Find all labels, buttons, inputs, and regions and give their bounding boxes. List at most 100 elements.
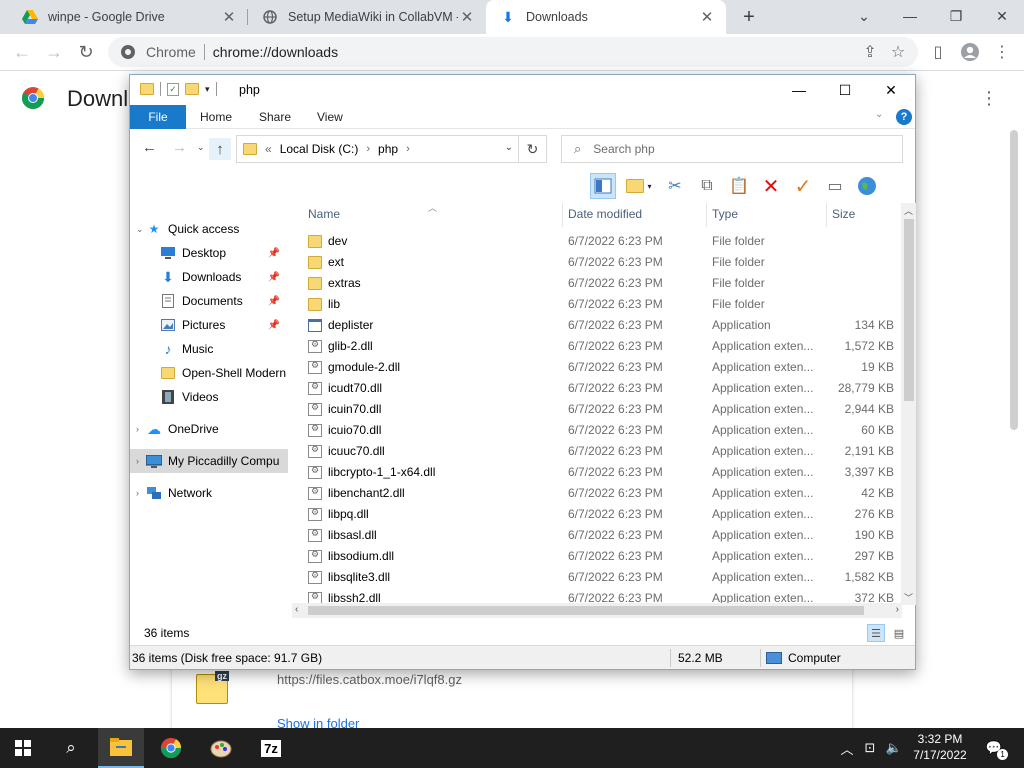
tab-google-drive[interactable]: winpe - Google Drive ✕ — [8, 0, 248, 34]
checkmark-icon[interactable]: ✓ — [790, 173, 816, 199]
table-row[interactable]: dev 6/7/2022 6:23 PM File folder — [292, 231, 902, 252]
close-button[interactable]: ✕ — [868, 75, 914, 105]
scroll-right-icon[interactable]: › — [896, 604, 899, 615]
chevron-right-icon[interactable]: › — [136, 456, 146, 466]
back-button[interactable]: ← — [142, 139, 157, 156]
table-row[interactable]: extras 6/7/2022 6:23 PM File folder — [292, 273, 902, 294]
new-folder-icon[interactable]: ▾ — [622, 173, 656, 199]
copy-icon[interactable]: ⧉ — [694, 173, 720, 199]
table-row[interactable]: libsodium.dll 6/7/2022 6:23 PM Application… — [292, 546, 902, 567]
search-input[interactable]: ⌕ Search php — [561, 135, 903, 163]
search-icon[interactable]: ⌕ — [48, 728, 94, 768]
table-row[interactable]: deplister 6/7/2022 6:23 PM Application 134 … — [292, 315, 902, 336]
nav-onedrive[interactable]: › ☁ OneDrive — [130, 417, 288, 441]
side-panel-icon[interactable]: ▯ — [924, 38, 952, 66]
tab-view[interactable]: View — [317, 105, 343, 129]
table-row[interactable]: libpq.dll 6/7/2022 6:23 PM Application ext… — [292, 504, 902, 525]
download-url[interactable]: https://files.catbox.moe/i7lqf8.gz — [277, 672, 462, 687]
column-date-modified[interactable]: Date modified — [568, 207, 642, 221]
kebab-menu-icon[interactable]: ⋮ — [980, 88, 998, 109]
clock[interactable]: 3:32 PM 7/17/2022 — [900, 731, 980, 763]
pin-icon[interactable]: 📌 — [268, 272, 280, 283]
vertical-scrollbar[interactable]: ︿ ﹀ — [901, 203, 916, 605]
column-type[interactable]: Type — [712, 207, 738, 221]
nav-pictures[interactable]: Pictures 📌 — [130, 313, 288, 337]
tab-share[interactable]: Share — [259, 105, 291, 129]
forward-button[interactable]: → — [40, 38, 68, 66]
column-size[interactable]: Size — [832, 207, 855, 221]
close-tab-icon[interactable]: ✕ — [458, 8, 476, 26]
scroll-down-icon[interactable]: ﹀ — [904, 591, 913, 604]
table-row[interactable]: gmodule-2.dll 6/7/2022 6:23 PM Application… — [292, 357, 902, 378]
nav-desktop[interactable]: Desktop 📌 — [130, 241, 288, 265]
maximize-button[interactable]: ☐ — [822, 75, 868, 105]
table-row[interactable]: libenchant2.dll 6/7/2022 6:23 PM Applicati… — [292, 483, 902, 504]
chevron-down-icon[interactable]: ⌄ — [840, 0, 888, 32]
chevron-up-icon[interactable]: ︿ — [838, 728, 856, 768]
recent-locations-icon[interactable]: ⌄ — [197, 142, 205, 153]
help-icon[interactable]: ? — [896, 109, 912, 125]
nav-downloads[interactable]: ⬇ Downloads 📌 — [130, 265, 288, 289]
scroll-left-icon[interactable]: ‹ — [295, 604, 298, 615]
nav-quick-access[interactable]: ⌄ ★ Quick access — [130, 217, 288, 241]
close-tab-icon[interactable]: ✕ — [220, 8, 238, 26]
network-tray-icon[interactable]: ⊡ — [860, 728, 880, 768]
new-tab-button[interactable]: + — [737, 5, 761, 29]
nav-network[interactable]: › Network — [130, 481, 288, 505]
column-divider[interactable] — [562, 203, 563, 227]
up-button[interactable]: ↑ — [209, 138, 231, 160]
pin-icon[interactable]: 📌 — [268, 296, 280, 307]
minimize-button[interactable]: — — [776, 75, 822, 105]
expand-ribbon-icon[interactable]: ⌄ — [875, 109, 883, 120]
table-row[interactable]: ext 6/7/2022 6:23 PM File folder — [292, 252, 902, 273]
nav-open-shell[interactable]: Open-Shell Modern — [130, 361, 288, 385]
bookmark-star-icon[interactable]: ☆ — [884, 38, 912, 66]
tab-setup-mediawiki[interactable]: Setup MediaWiki in CollabVM - G ✕ — [248, 0, 486, 34]
scroll-thumb[interactable] — [308, 606, 864, 615]
nav-videos[interactable]: Videos — [130, 385, 288, 409]
table-row[interactable]: libsqlite3.dll 6/7/2022 6:23 PM Applicatio… — [292, 567, 902, 588]
table-row[interactable]: icuuc70.dll 6/7/2022 6:23 PM Application e… — [292, 441, 902, 462]
close-tab-icon[interactable]: ✕ — [698, 8, 716, 26]
reload-button[interactable]: ↻ — [72, 38, 100, 66]
cut-icon[interactable]: ✂ — [662, 173, 688, 199]
table-row[interactable]: icudt70.dll 6/7/2022 6:23 PM Application e… — [292, 378, 902, 399]
table-row[interactable]: lib 6/7/2022 6:23 PM File folder — [292, 294, 902, 315]
globe-icon[interactable] — [854, 173, 880, 199]
address-bar[interactable]: Chrome chrome://downloads — [108, 37, 918, 67]
tab-home[interactable]: Home — [200, 105, 232, 129]
forward-button[interactable]: → — [172, 139, 187, 156]
table-row[interactable]: icuin70.dll 6/7/2022 6:23 PM Application e… — [292, 399, 902, 420]
delete-icon[interactable]: ✕ — [758, 173, 784, 199]
preview-pane-icon[interactable] — [590, 173, 616, 199]
properties-icon[interactable]: ✓ — [167, 82, 179, 96]
breadcrumb-overflow[interactable]: « — [265, 142, 272, 156]
pin-icon[interactable]: 📌 — [268, 248, 280, 259]
minimize-button[interactable]: — — [886, 0, 934, 32]
notification-icon[interactable]: 💬 1 — [982, 728, 1009, 768]
breadcrumb-php[interactable]: php — [378, 142, 398, 156]
nav-this-pc[interactable]: › My Piccadilly Compu — [130, 449, 288, 473]
qat-dropdown-icon[interactable]: ▾ — [205, 84, 210, 95]
profile-avatar-icon[interactable] — [956, 38, 984, 66]
nav-music[interactable]: ♪ Music — [130, 337, 288, 361]
chevron-down-icon[interactable]: ⌄ — [136, 224, 146, 235]
chevron-right-icon[interactable]: › — [136, 488, 146, 498]
table-row[interactable]: libcrypto-1_1-x64.dll 6/7/2022 6:23 PM App… — [292, 462, 902, 483]
table-row[interactable]: libsasl.dll 6/7/2022 6:23 PM Application e… — [292, 525, 902, 546]
page-scrollbar[interactable] — [1010, 130, 1018, 430]
chrome-icon[interactable] — [148, 728, 194, 768]
breadcrumb-local-disk[interactable]: Local Disk (C:) — [280, 142, 359, 156]
details-view-icon[interactable]: ☰ — [867, 624, 885, 642]
scroll-up-icon[interactable]: ︿ — [904, 204, 913, 217]
scroll-thumb[interactable] — [904, 219, 914, 401]
tab-file[interactable]: File — [130, 105, 186, 129]
pin-icon[interactable]: 📌 — [268, 320, 280, 331]
refresh-icon[interactable]: ↻ — [518, 136, 546, 162]
chevron-right-icon[interactable]: › — [406, 143, 410, 155]
close-window-button[interactable]: ✕ — [978, 0, 1024, 32]
back-button[interactable]: ← — [8, 38, 36, 66]
table-row[interactable]: icuio70.dll 6/7/2022 6:23 PM Application e… — [292, 420, 902, 441]
address-bar[interactable]: « Local Disk (C:) › php › ⌄ ↻ — [236, 135, 547, 163]
start-icon[interactable] — [0, 728, 46, 768]
